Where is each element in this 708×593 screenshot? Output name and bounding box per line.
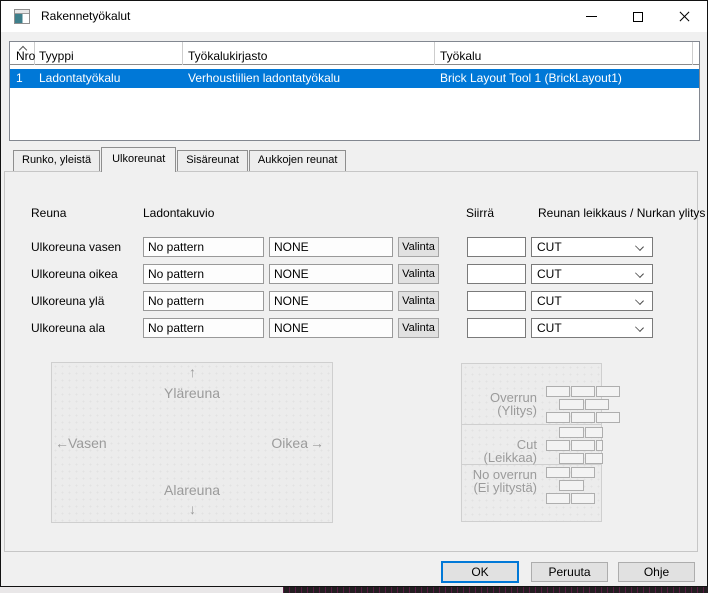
tab-panel-ulkoreunat: Reuna Ladontakuvio Siirrä Reunan leikkau… xyxy=(4,171,698,552)
row-label-vasen: Ulkoreuna vasen xyxy=(31,240,121,254)
brick xyxy=(585,399,609,410)
brick xyxy=(546,440,570,451)
brick xyxy=(546,386,570,397)
brick xyxy=(571,412,595,423)
cell-kirjasto: Verhoustiilien ladontatyökalu xyxy=(188,69,340,88)
window-title: Rakennetyökalut xyxy=(41,1,130,32)
brick xyxy=(571,386,595,397)
brick xyxy=(585,453,603,464)
cut-select-value: CUT xyxy=(537,240,562,254)
valinta-button-oikea[interactable]: Valinta xyxy=(398,264,439,284)
siirra-input-yla[interactable] xyxy=(467,291,526,311)
minimize-button[interactable] xyxy=(569,1,615,32)
maximize-button[interactable] xyxy=(615,1,661,32)
pattern-field-yla[interactable]: No pattern xyxy=(143,291,264,311)
row-label-yla: Ulkoreuna ylä xyxy=(31,294,104,308)
brick xyxy=(571,467,595,478)
valinta-button-vasen[interactable]: Valinta xyxy=(398,237,439,257)
pattern-field-ala[interactable]: No pattern xyxy=(143,318,264,338)
right-arrow-icon: → xyxy=(310,435,324,451)
edge-diagram: ↑ Yläreuna ← Vasen Oikea → Alareuna ↓ xyxy=(51,362,333,523)
cell-tyyppi: Ladontatyökalu xyxy=(39,69,120,88)
cut-select-value: CUT xyxy=(537,294,562,308)
column-header-tyokalu[interactable]: Työkalu xyxy=(435,42,693,65)
tab-sisareunat[interactable]: Sisäreunat xyxy=(177,150,248,171)
down-arrow-icon: ↓ xyxy=(189,501,196,517)
close-icon xyxy=(678,16,691,17)
left-arrow-icon: ← xyxy=(55,435,69,451)
chevron-down-icon xyxy=(636,270,643,277)
brick-wall xyxy=(462,364,601,521)
tool-table-header: Nro Tyyppi Työkalukirjasto Työkalu xyxy=(10,42,699,65)
brick xyxy=(571,440,595,451)
brick xyxy=(596,440,603,451)
brick xyxy=(559,453,584,464)
pattern-field-vasen[interactable]: No pattern xyxy=(143,237,264,257)
row-label-oikea: Ulkoreuna oikea xyxy=(31,267,118,281)
tab-aukkojen-reunat[interactable]: Aukkojen reunat xyxy=(249,150,347,171)
tab-ulkoreunat[interactable]: Ulkoreunat xyxy=(101,147,176,172)
library-field-oikea[interactable]: NONE xyxy=(269,264,393,284)
siirra-input-ala[interactable] xyxy=(467,318,526,338)
app-icon xyxy=(14,9,30,24)
chevron-down-icon xyxy=(636,243,643,250)
edge-right-label: Oikea xyxy=(271,435,308,451)
library-field-vasen[interactable]: NONE xyxy=(269,237,393,257)
edge-left-label: Vasen xyxy=(68,435,107,451)
brick xyxy=(571,493,595,504)
brick xyxy=(596,412,620,423)
overrun-diagram: Overrun (Ylitys) Cut (Leikkaa) No overru… xyxy=(461,363,602,522)
row-label-ala: Ulkoreuna ala xyxy=(31,321,105,335)
brick xyxy=(546,467,570,478)
brick xyxy=(546,412,570,423)
reuna-header: Reuna xyxy=(31,206,66,220)
table-row-selected[interactable]: 1 Ladontatyökalu Verhoustiilien ladontat… xyxy=(10,69,699,88)
cancel-button[interactable]: Peruuta xyxy=(531,562,608,582)
tab-strip: Runko, yleistä Ulkoreunat Sisäreunat Auk… xyxy=(13,147,347,172)
ok-button[interactable]: OK xyxy=(441,561,519,583)
titlebar: Rakennetyökalut xyxy=(1,1,707,32)
brick xyxy=(559,427,584,438)
brick xyxy=(585,427,603,438)
brick xyxy=(559,480,584,491)
maximize-icon xyxy=(633,12,643,22)
cut-select-yla[interactable]: CUT xyxy=(531,291,653,311)
library-field-yla[interactable]: NONE xyxy=(269,291,393,311)
up-arrow-icon: ↑ xyxy=(189,364,196,380)
column-header-tyokalukirjasto[interactable]: Työkalukirjasto xyxy=(183,42,435,65)
cut-select-ala[interactable]: CUT xyxy=(531,318,653,338)
column-header-tyyppi[interactable]: Tyyppi xyxy=(35,42,183,65)
cell-nro: 1 xyxy=(16,69,23,88)
leikkaus-header: Reunan leikkaus / Nurkan ylitys xyxy=(538,206,705,220)
cut-select-value: CUT xyxy=(537,321,562,335)
desktop-background-strip xyxy=(0,587,708,593)
pattern-field-oikea[interactable]: No pattern xyxy=(143,264,264,284)
brick xyxy=(546,493,570,504)
chevron-down-icon xyxy=(636,297,643,304)
minimize-icon xyxy=(586,16,597,17)
cut-select-value: CUT xyxy=(537,267,562,281)
siirra-header: Siirrä xyxy=(466,206,494,220)
tool-table: Nro Tyyppi Työkalukirjasto Työkalu 1 Lad… xyxy=(9,41,700,141)
siirra-input-oikea[interactable] xyxy=(467,264,526,284)
tab-runko-yleista[interactable]: Runko, yleistä xyxy=(13,150,100,171)
brick xyxy=(596,386,620,397)
help-button[interactable]: Ohje xyxy=(618,562,695,582)
ladontakuvio-header: Ladontakuvio xyxy=(143,206,214,220)
edge-top-label: Yläreuna xyxy=(164,385,220,401)
column-header-nro[interactable]: Nro xyxy=(10,42,35,65)
library-field-ala[interactable]: NONE xyxy=(269,318,393,338)
dialog-window: Rakennetyökalut Nro Tyyppi Työkalukirjas… xyxy=(0,0,708,587)
cut-select-oikea[interactable]: CUT xyxy=(531,264,653,284)
cut-select-vasen[interactable]: CUT xyxy=(531,237,653,257)
brick xyxy=(559,399,584,410)
close-button[interactable] xyxy=(661,1,707,32)
edge-bottom-label: Alareuna xyxy=(164,482,220,498)
siirra-input-vasen[interactable] xyxy=(467,237,526,257)
chevron-down-icon xyxy=(636,324,643,331)
valinta-button-yla[interactable]: Valinta xyxy=(398,291,439,311)
valinta-button-ala[interactable]: Valinta xyxy=(398,318,439,338)
cell-tyokalu: Brick Layout Tool 1 (BrickLayout1) xyxy=(440,69,622,88)
